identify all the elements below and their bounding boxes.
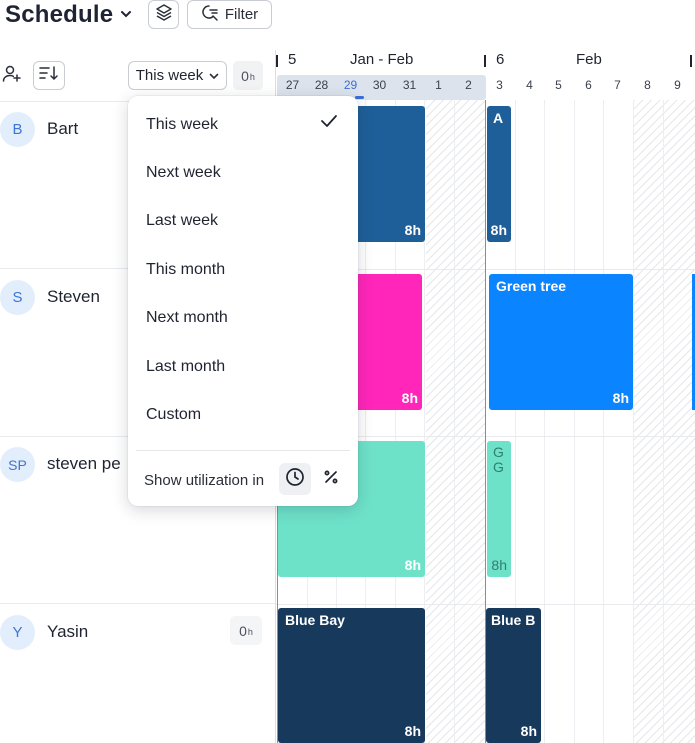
day-label: 3 (496, 78, 503, 92)
dropdown-option-last-month[interactable]: Last month (146, 358, 225, 376)
period-select[interactable]: This week (128, 61, 227, 90)
day-label: 28 (314, 78, 329, 92)
block-label: G G (493, 445, 504, 475)
block-label: Green tree (496, 278, 567, 294)
utilization-total: 0h (233, 61, 263, 90)
add-user-icon[interactable] (2, 64, 22, 84)
avatar: B (0, 112, 35, 147)
chevron-down-icon (209, 67, 219, 84)
dropdown-option-custom[interactable]: Custom (146, 406, 201, 424)
sort-button[interactable] (33, 61, 65, 90)
day-label: 2 (465, 78, 472, 92)
day-label: 29 (343, 78, 358, 92)
avatar: SP (0, 447, 35, 482)
day-gridline (663, 100, 664, 743)
period-dropdown: This week Next week Last week This month… (128, 96, 358, 506)
block-hours: 8h (490, 222, 507, 238)
person-name: steven pe (47, 454, 121, 473)
utilization-label: Show utilization in (144, 472, 265, 489)
page-title[interactable]: Schedule (5, 0, 113, 30)
block-label: A (493, 110, 504, 126)
avatar: Y (0, 615, 35, 650)
dropdown-option-next-month[interactable]: Next month (146, 309, 228, 327)
utilization-value: 0 (241, 67, 249, 84)
day-label: 30 (372, 78, 387, 92)
week-number: 6 (496, 51, 505, 68)
check-icon (320, 114, 338, 128)
period-select-value: This week (135, 67, 204, 84)
day-gridline (454, 100, 455, 743)
block-hours: 8h (404, 222, 421, 238)
day-label: 8 (644, 78, 651, 92)
allocation-block[interactable]: G G 8h (487, 441, 511, 577)
block-hours: 8h (404, 557, 421, 573)
utilization-percent-toggle[interactable] (315, 463, 347, 495)
clock-icon (285, 467, 305, 492)
week-number: 5 (288, 51, 297, 68)
dropdown-option-next-week[interactable]: Next week (146, 164, 221, 182)
dropdown-option-last-week[interactable]: Last week (146, 212, 218, 230)
day-label: 31 (402, 78, 417, 92)
week-month: Feb (576, 51, 602, 68)
week-tick (484, 55, 486, 67)
day-gridline (603, 100, 604, 743)
day-gridline (544, 100, 545, 743)
week-month: Jan - Feb (350, 51, 414, 68)
day-label: 5 (555, 78, 562, 92)
allocation-block[interactable]: Green tree 8h (489, 274, 633, 410)
allocation-block[interactable]: A 8h (487, 106, 511, 242)
week-tick (690, 55, 692, 67)
weekend-hatch (634, 100, 695, 743)
allocation-block[interactable]: Blue B 8h (486, 608, 541, 743)
weekend-hatch (426, 100, 485, 743)
block-hours: 8h (401, 390, 418, 406)
filter-button[interactable]: Filter (187, 0, 272, 29)
week-tick (276, 55, 278, 67)
person-name: Steven (47, 287, 100, 306)
allocation-block[interactable]: Blue Bay 8h (278, 608, 425, 743)
utilization-unit: h (249, 72, 255, 82)
dropdown-divider (136, 450, 350, 451)
block-hours: 8h (491, 557, 507, 573)
block-label: Blue Bay (285, 612, 345, 628)
day-label: 27 (285, 78, 300, 92)
layers-button[interactable] (148, 0, 179, 29)
day-label: 9 (674, 78, 681, 92)
person-hours: 0 (239, 622, 247, 639)
day-label: 1 (435, 78, 442, 92)
person-hours-badge: 0h (230, 616, 262, 645)
block-hours: 8h (520, 723, 537, 739)
dropdown-option-this-week[interactable]: This week (146, 116, 218, 134)
utilization-hours-toggle[interactable] (279, 463, 311, 495)
day-label: 4 (526, 78, 533, 92)
block-label: Blue B (491, 612, 536, 628)
block-hours: 8h (404, 723, 421, 739)
chevron-down-icon[interactable] (120, 6, 132, 22)
filter-search-icon (201, 4, 219, 26)
block-hours: 8h (612, 390, 629, 406)
percent-icon (322, 468, 340, 491)
day-label: 7 (614, 78, 621, 92)
dropdown-option-this-month[interactable]: This month (146, 261, 225, 279)
filter-label: Filter (224, 6, 259, 23)
person-hours-unit: h (247, 627, 253, 637)
layers-icon (155, 3, 173, 26)
day-gridline (633, 100, 634, 743)
sort-icon (39, 65, 59, 86)
avatar: S (0, 280, 35, 315)
day-label: 6 (585, 78, 592, 92)
person-name: Yasin (47, 622, 89, 641)
day-gridline (574, 100, 575, 743)
person-name: Bart (47, 119, 79, 138)
person-row[interactable]: Y Yasin 0h (0, 604, 275, 743)
today-indicator (355, 96, 364, 99)
